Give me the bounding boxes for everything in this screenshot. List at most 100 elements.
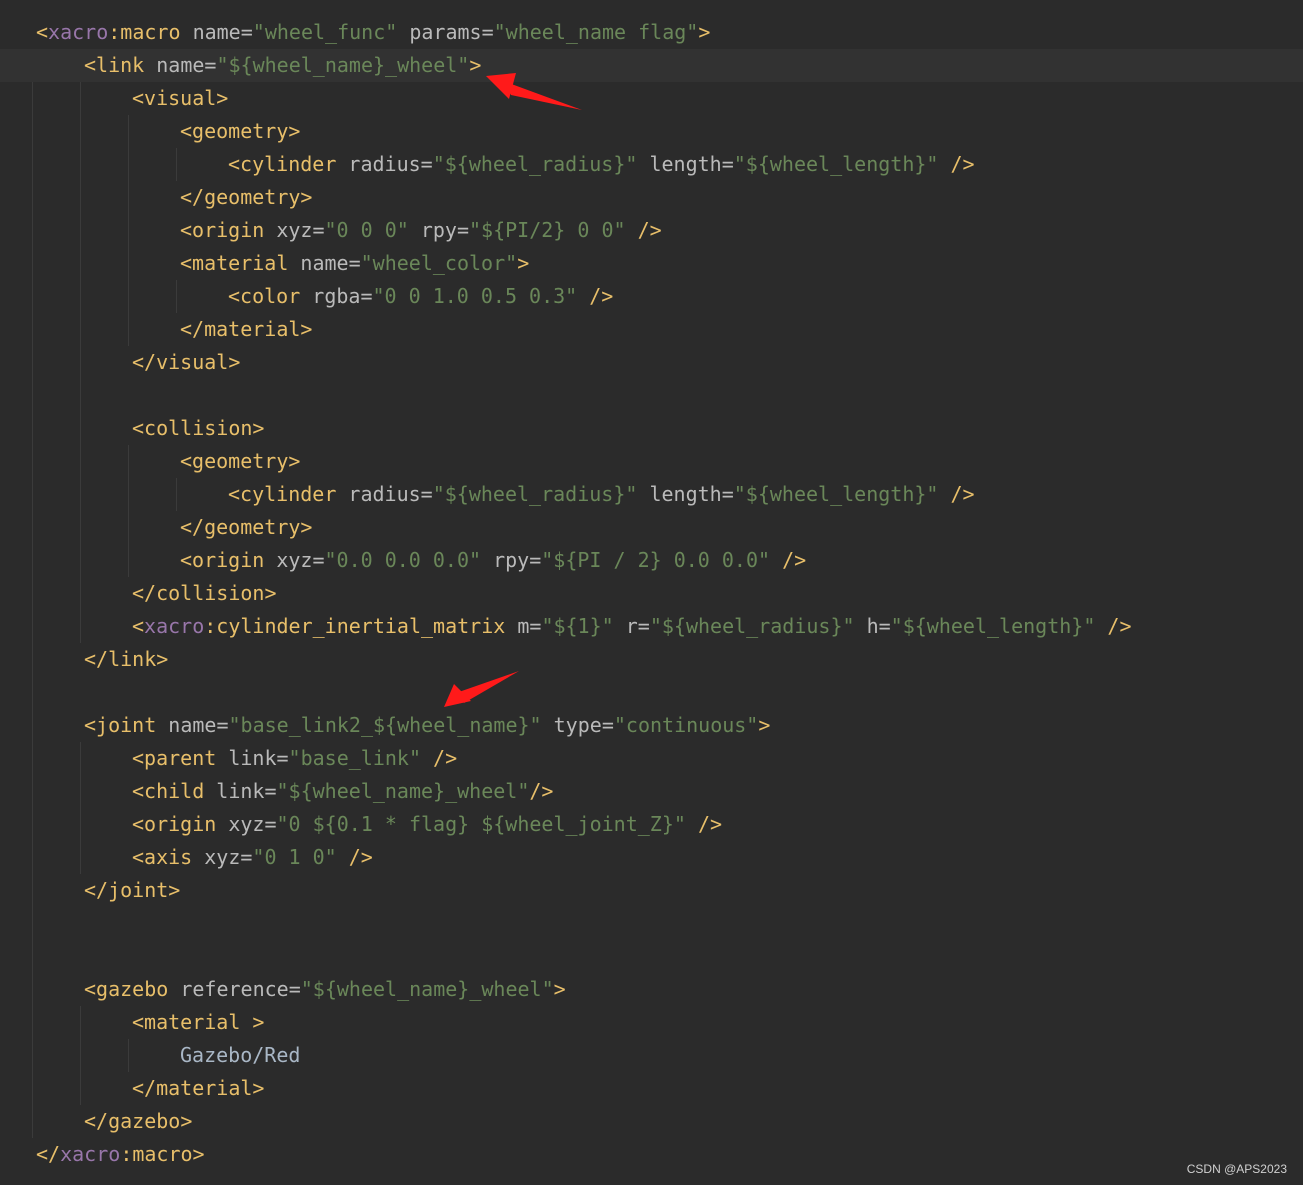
- token-tag: :macro: [108, 20, 193, 44]
- code-line[interactable]: <origin xyz="0 ${0.1 * flag} ${wheel_joi…: [0, 808, 1303, 841]
- token-val: "0 0 1.0 0.5 0.3": [372, 284, 578, 308]
- code-line[interactable]: </visual>: [0, 346, 1303, 379]
- token-tag: >: [553, 977, 566, 1001]
- code-line[interactable]: <link name="${wheel_name}_wheel">: [0, 49, 1303, 82]
- token-tag: />: [938, 482, 975, 506]
- token-tag: <joint: [84, 713, 169, 737]
- token-val: "${PI/2} 0 0": [469, 218, 626, 242]
- token-attr: params: [397, 20, 482, 44]
- code-line[interactable]: <parent link="base_link" />: [0, 742, 1303, 775]
- token-eq: =: [360, 284, 373, 308]
- token-eq: =: [529, 614, 542, 638]
- token-attr: name: [192, 20, 241, 44]
- code-line[interactable]: <geometry>: [0, 445, 1303, 478]
- code-line[interactable]: </material>: [0, 313, 1303, 346]
- token-attr: name: [156, 53, 205, 77]
- code-text: <origin xyz="0.0 0.0 0.0" rpy="${PI / 2}…: [180, 544, 806, 577]
- token-tag: />: [336, 845, 373, 869]
- token-val: "0 1 0": [252, 845, 337, 869]
- token-tag: <link: [84, 53, 157, 77]
- token-tag: </: [36, 1142, 61, 1166]
- code-line[interactable]: <child link="${wheel_name}_wheel"/>: [0, 775, 1303, 808]
- token-tag: </geometry>: [180, 185, 313, 209]
- code-text: <cylinder radius="${wheel_radius}" lengt…: [228, 148, 975, 181]
- code-line[interactable]: [0, 940, 1303, 973]
- code-line[interactable]: <axis xyz="0 1 0" />: [0, 841, 1303, 874]
- code-text: <geometry>: [180, 445, 300, 478]
- code-text: <child link="${wheel_name}_wheel"/>: [132, 775, 553, 808]
- code-text: </geometry>: [180, 511, 312, 544]
- token-tag: </collision>: [132, 581, 277, 605]
- token-tag: >: [469, 53, 482, 77]
- code-line[interactable]: [0, 676, 1303, 709]
- token-attr: xyz: [204, 845, 241, 869]
- code-line[interactable]: <collision>: [0, 412, 1303, 445]
- code-line[interactable]: <material >: [0, 1006, 1303, 1039]
- token-val: "${wheel_length}": [890, 614, 1096, 638]
- token-val: "${PI / 2} 0.0 0.0": [541, 548, 771, 572]
- code-text: <geometry>: [180, 115, 300, 148]
- code-line[interactable]: <gazebo reference="${wheel_name}_wheel">: [0, 973, 1303, 1006]
- code-line[interactable]: [0, 379, 1303, 412]
- token-eq: =: [240, 845, 253, 869]
- token-text: Gazebo/Red: [180, 1043, 301, 1067]
- code-editor[interactable]: <xacro:macro name="wheel_func" params="w…: [0, 0, 1303, 1185]
- code-line[interactable]: <visual>: [0, 82, 1303, 115]
- token-val: "${wheel_length}": [733, 152, 939, 176]
- token-attr: rgba: [312, 284, 361, 308]
- code-line[interactable]: </material>: [0, 1072, 1303, 1105]
- code-line[interactable]: </geometry>: [0, 181, 1303, 214]
- code-line[interactable]: </joint>: [0, 874, 1303, 907]
- token-eq: =: [204, 53, 217, 77]
- token-tag: <axis: [132, 845, 205, 869]
- code-line[interactable]: [0, 907, 1303, 940]
- token-tag: />: [1095, 614, 1132, 638]
- token-eq: =: [348, 251, 361, 275]
- token-tag: <cylinder: [228, 482, 349, 506]
- token-eq: =: [264, 812, 277, 836]
- code-text: </collision>: [132, 577, 277, 610]
- token-tag: <cylinder: [228, 152, 349, 176]
- code-text: <collision>: [132, 412, 264, 445]
- code-line[interactable]: <color rgba="0 0 1.0 0.5 0.3" />: [0, 280, 1303, 313]
- code-line[interactable]: Gazebo/Red: [0, 1039, 1303, 1072]
- code-line[interactable]: <cylinder radius="${wheel_radius}" lengt…: [0, 148, 1303, 181]
- code-text: <color rgba="0 0 1.0 0.5 0.3" />: [228, 280, 613, 313]
- token-eq: =: [216, 713, 229, 737]
- code-line[interactable]: </gazebo>: [0, 1105, 1303, 1138]
- token-tag: <child: [132, 779, 217, 803]
- token-attr: radius: [348, 482, 421, 506]
- code-text: <joint name="base_link2_${wheel_name}" t…: [84, 709, 770, 742]
- code-line[interactable]: </geometry>: [0, 511, 1303, 544]
- token-eq: =: [288, 977, 301, 1001]
- token-val: "${wheel_radius}": [432, 482, 638, 506]
- token-attr: reference: [180, 977, 289, 1001]
- code-line[interactable]: </link>: [0, 643, 1303, 676]
- token-tag: />: [529, 779, 554, 803]
- code-line[interactable]: <xacro:macro name="wheel_func" params="w…: [0, 16, 1303, 49]
- code-line[interactable]: <material name="wheel_color">: [0, 247, 1303, 280]
- token-val: "base_link": [288, 746, 421, 770]
- code-text: <origin xyz="0 0 0" rpy="${PI/2} 0 0" />: [180, 214, 662, 247]
- token-tag: />: [421, 746, 458, 770]
- token-tag: </material>: [180, 317, 313, 341]
- code-line[interactable]: <cylinder radius="${wheel_radius}" lengt…: [0, 478, 1303, 511]
- token-tag: <origin: [132, 812, 229, 836]
- code-line[interactable]: </collision>: [0, 577, 1303, 610]
- code-line[interactable]: </xacro:macro>: [0, 1138, 1303, 1171]
- token-ns: xacro: [48, 20, 109, 44]
- code-line[interactable]: <xacro:cylinder_inertial_matrix m="${1}"…: [0, 610, 1303, 643]
- token-eq: =: [637, 614, 650, 638]
- token-eq: =: [456, 218, 470, 242]
- code-text: <visual>: [132, 82, 228, 115]
- code-line[interactable]: <origin xyz="0.0 0.0 0.0" rpy="${PI / 2}…: [0, 544, 1303, 577]
- token-attr: length: [637, 482, 722, 506]
- code-line[interactable]: <geometry>: [0, 115, 1303, 148]
- code-text: </xacro:macro>: [36, 1138, 205, 1171]
- token-ns: xacro: [60, 1142, 121, 1166]
- code-line[interactable]: <origin xyz="0 0 0" rpy="${PI/2} 0 0" />: [0, 214, 1303, 247]
- code-text: <axis xyz="0 1 0" />: [132, 841, 373, 874]
- code-text: <xacro:cylinder_inertial_matrix m="${1}"…: [132, 610, 1132, 643]
- token-eq: =: [420, 152, 433, 176]
- code-line[interactable]: <joint name="base_link2_${wheel_name}" t…: [0, 709, 1303, 742]
